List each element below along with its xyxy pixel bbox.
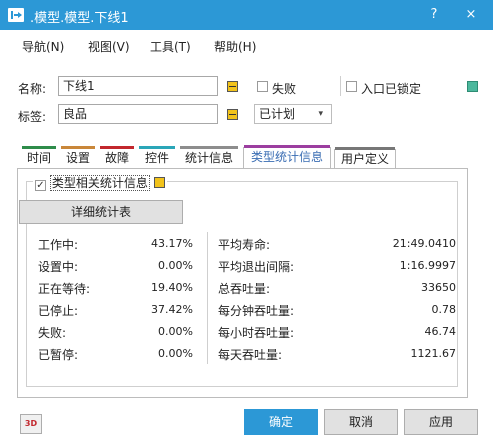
tab-color-strip <box>100 146 134 149</box>
group-checkbox[interactable]: ✓ <box>35 180 46 191</box>
chevron-down-icon: ▾ <box>318 109 323 119</box>
tab-color-strip <box>61 146 95 149</box>
tag-field[interactable]: 良品 <box>58 104 218 124</box>
stat-label: 设置中: <box>38 260 79 274</box>
stat-label: 每天吞吐量: <box>218 348 283 362</box>
stat-value: 1121.67 <box>410 347 457 360</box>
tab-label: 设置 <box>65 151 90 165</box>
group-header: ✓ 类型相关统计信息 <box>33 174 167 191</box>
stat-value: 0.00% <box>158 325 193 338</box>
tab-color-strip <box>180 146 238 149</box>
tab-type-statistics[interactable]: 类型统计信息 <box>243 145 331 169</box>
stat-value: 0.78 <box>431 303 457 316</box>
tag-attribute-icon[interactable] <box>227 109 238 120</box>
planned-dropdown[interactable]: 已计划 ▾ <box>254 104 332 124</box>
dialog-icon <box>8 8 24 22</box>
tab-failures[interactable]: 故障 <box>100 146 134 169</box>
stat-value: 43.17% <box>151 237 193 250</box>
tab-label: 故障 <box>104 151 129 165</box>
group-attribute-icon[interactable] <box>153 177 165 188</box>
menu-bar: 导航(N) 视图(V) 工具(T) 帮助(H) <box>0 30 493 58</box>
tab-setup[interactable]: 设置 <box>61 146 95 169</box>
tab-user-defined[interactable]: 用户定义 <box>334 147 396 169</box>
stat-value: 0.00% <box>158 347 193 360</box>
stat-value: 46.74 <box>424 325 457 338</box>
stat-label: 已暂停: <box>38 348 79 362</box>
menu-help[interactable]: 帮助(H) <box>214 38 256 55</box>
stat-value: 37.42% <box>151 303 193 316</box>
cancel-button[interactable]: 取消 <box>324 409 398 435</box>
name-attribute-icon[interactable] <box>227 81 238 92</box>
stat-value: 0.00% <box>158 259 193 272</box>
stat-label: 工作中: <box>38 238 79 252</box>
name-field[interactable]: 下线1 <box>58 76 218 96</box>
tab-label: 时间 <box>26 151 51 165</box>
apply-button[interactable]: 应用 <box>404 409 478 435</box>
failed-checkbox[interactable] <box>257 81 268 92</box>
tab-label: 统计信息 <box>184 151 233 165</box>
close-button[interactable]: × <box>460 5 482 25</box>
entry-locked-label: 入口已锁定 <box>361 82 422 96</box>
divider <box>340 76 341 96</box>
tab-label: 控件 <box>144 151 169 165</box>
title-bar: .模型.模型.下线1 ? × <box>0 0 493 30</box>
ok-button[interactable]: 确定 <box>244 409 318 435</box>
stat-label: 失败: <box>38 326 67 340</box>
stat-label: 已停止: <box>38 304 79 318</box>
name-label: 名称: <box>18 82 47 96</box>
3d-view-button[interactable]: 3D <box>20 414 42 434</box>
window-title: .模型.模型.下线1 <box>30 11 129 26</box>
column-divider <box>207 232 208 364</box>
stat-label: 正在等待: <box>38 282 91 296</box>
tab-label: 类型统计信息 <box>250 150 323 164</box>
menu-view[interactable]: 视图(V) <box>88 38 130 55</box>
tab-time[interactable]: 时间 <box>22 146 56 169</box>
tab-color-strip <box>244 145 330 148</box>
entry-locked-checkbox[interactable] <box>346 81 357 92</box>
group-title: 类型相关统计信息 <box>49 175 150 191</box>
tab-label: 用户定义 <box>340 152 389 166</box>
stat-value: 33650 <box>421 281 456 294</box>
stat-label: 总吞吐量: <box>218 282 271 296</box>
stat-label: 每小时吞吐量: <box>218 326 295 340</box>
menu-tools[interactable]: 工具(T) <box>150 38 191 55</box>
stat-label: 平均寿命: <box>218 238 271 252</box>
tab-color-strip <box>139 146 175 149</box>
tab-controls[interactable]: 控件 <box>139 146 175 169</box>
stat-value: 21:49.0410 <box>392 237 456 250</box>
tab-color-strip <box>22 146 56 149</box>
tab-color-strip <box>335 147 395 150</box>
status-indicator <box>467 81 478 92</box>
menu-navigate[interactable]: 导航(N) <box>22 38 64 55</box>
stat-value: 19.40% <box>151 281 193 294</box>
tab-statistics[interactable]: 统计信息 <box>180 146 238 169</box>
stat-label: 平均退出间隔: <box>218 260 295 274</box>
stat-label: 每分钟吞吐量: <box>218 304 295 318</box>
failed-label: 失败 <box>272 82 297 96</box>
detail-statistics-button[interactable]: 详细统计表 <box>19 200 183 224</box>
stat-value: 1:16.9997 <box>399 259 456 272</box>
tag-label: 标签: <box>18 110 47 124</box>
planned-value: 已计划 <box>259 107 296 121</box>
help-button[interactable]: ? <box>424 5 444 25</box>
